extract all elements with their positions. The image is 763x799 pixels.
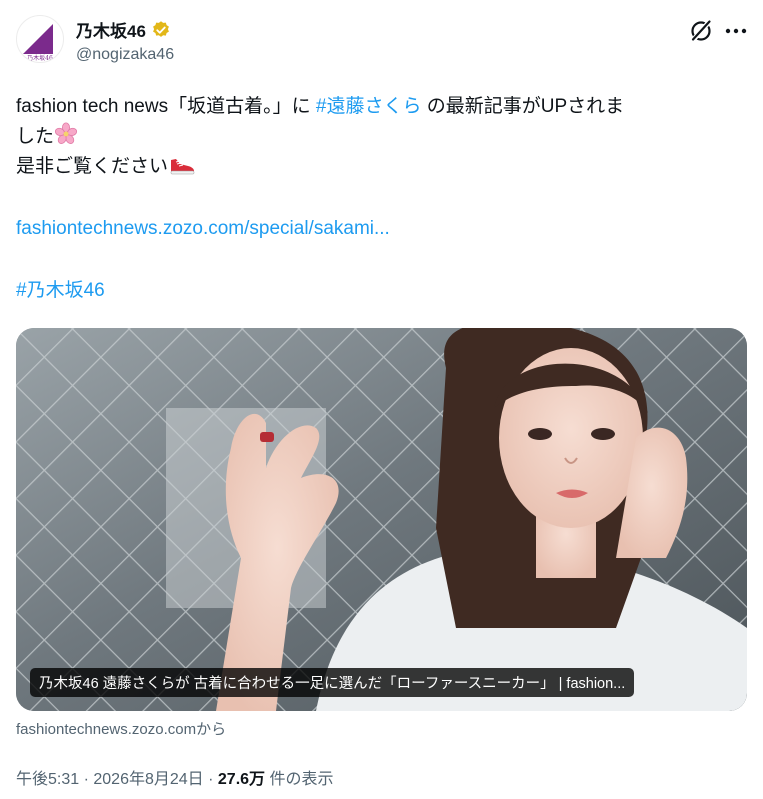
more-options-icon[interactable]	[722, 18, 750, 44]
article-url-link[interactable]: fashiontechnews.zozo.com/special/sakami.…	[16, 218, 390, 239]
tweet-spacer	[16, 182, 746, 214]
meta-separator: ·	[79, 771, 94, 788]
tweet-text-segment: fashion tech news「坂道古着。」に	[16, 96, 316, 117]
tweet-spacer	[16, 244, 746, 276]
nogizaka-logo-icon: 乃木坂46	[23, 24, 53, 62]
post-date[interactable]: 2026年8月24日	[93, 771, 203, 788]
avatar[interactable]: 乃木坂46	[16, 15, 64, 63]
hashtag-endo-sakura[interactable]: #遠藤さくら	[316, 96, 422, 117]
link-card[interactable]: 乃木坂46 遠藤さくらが 古着に合わせる一足に選んだ「ローファースニーカー」 |…	[16, 328, 747, 711]
card-caption: 乃木坂46 遠藤さくらが 古着に合わせる一足に選んだ「ローファースニーカー」 |…	[30, 668, 635, 697]
author-name[interactable]: 乃木坂46	[76, 17, 171, 42]
svg-text:乃木坂46: 乃木坂46	[27, 54, 53, 62]
meta-separator: ·	[203, 771, 218, 788]
tweet-hashtag-line: #乃木坂46	[16, 276, 746, 306]
cherry-blossom-emoji	[54, 122, 78, 144]
sneaker-emoji	[170, 159, 195, 175]
card-source[interactable]: fashiontechnews.zozo.comから	[16, 718, 226, 739]
tweet-line-2: した	[16, 122, 746, 152]
tweet-meta: 午後5:31 · 2026年8月24日 · 27.6万 件の表示	[16, 765, 334, 789]
views-label: 件の表示	[265, 771, 334, 788]
views-count: 27.6万	[217, 771, 266, 788]
card-photo	[16, 328, 747, 711]
tweet-link-line: fashiontechnews.zozo.com/special/sakami.…	[16, 214, 746, 244]
tweet-text-segment: の最新記事がUPされま	[421, 96, 625, 117]
post-time[interactable]: 午後5:31	[16, 771, 79, 788]
tweet-line-1: fashion tech news「坂道古着。」に #遠藤さくら の最新記事がU…	[16, 92, 746, 122]
tweet-text-segment: 是非ご覧ください	[16, 156, 169, 177]
tweet-text-segment: した	[16, 126, 55, 147]
grok-icon[interactable]	[688, 18, 714, 44]
verified-badge-icon	[153, 20, 169, 37]
hashtag-nogizaka46[interactable]: #乃木坂46	[16, 280, 105, 301]
author-display-name[interactable]: 乃木坂46	[76, 17, 146, 42]
tweet-text: fashion tech news「坂道古着。」に #遠藤さくら の最新記事がU…	[16, 92, 746, 306]
tweet-line-3: 是非ご覧ください	[16, 152, 746, 182]
author-handle[interactable]: @nogizaka46	[76, 46, 174, 64]
